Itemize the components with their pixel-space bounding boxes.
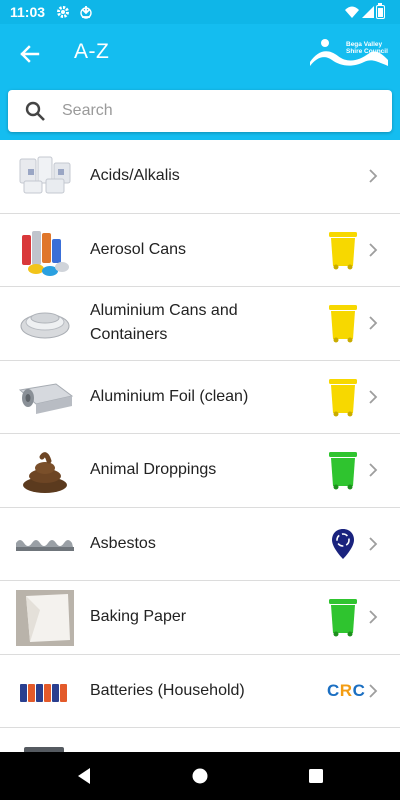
back-triangle-icon[interactable] (74, 766, 94, 786)
list-item-baking-paper[interactable]: Baking Paper (0, 581, 400, 655)
chevron-right-icon (369, 537, 378, 551)
list-item-label: Aluminium Cans and Containers (90, 302, 238, 344)
crc-letter-r: R (339, 680, 353, 700)
recycle-location-pin-icon (332, 528, 354, 559)
aluminium-trays-thumbnail (20, 312, 70, 339)
list-item-label: Aerosol Cans (90, 240, 187, 258)
list-item-batteries[interactable]: Batteries (Household) CRC (0, 655, 400, 728)
crc-badge: CRC (327, 681, 365, 701)
signal-icon (362, 6, 374, 18)
page-title: A-Z (74, 40, 110, 63)
partial-item-thumbnail (24, 747, 64, 752)
yellow-bin-icon (329, 378, 357, 417)
baking-paper-thumbnail (16, 590, 74, 646)
chevron-right-icon (369, 684, 378, 698)
list-item-label: Animal Droppings (90, 461, 217, 479)
search-box[interactable] (8, 90, 392, 132)
download-icon (80, 6, 92, 19)
green-bin-icon (329, 452, 357, 490)
recents-square-icon[interactable] (306, 766, 326, 786)
list-item-label: Batteries (Household) (90, 681, 245, 699)
arrow-left-icon[interactable] (12, 36, 48, 72)
status-time: 11:03 (10, 4, 46, 20)
wifi-icon (345, 6, 359, 18)
yellow-bin-icon (329, 305, 357, 343)
chevron-right-icon (369, 316, 378, 330)
list-item-aerosol-cans[interactable]: Aerosol Cans (0, 214, 400, 287)
list-item-label: Acids/Alkalis (90, 167, 180, 185)
list-item-label: Baking Paper (90, 608, 187, 626)
chevron-right-icon (369, 610, 378, 624)
green-bin-icon (329, 599, 357, 637)
list-item-asbestos[interactable]: Asbestos (0, 508, 400, 581)
chemical-drums-thumbnail (19, 156, 71, 194)
search-icon (25, 101, 45, 121)
chevron-right-icon (369, 390, 378, 404)
a-z-list: Acids/Alkalis Aerosol Cans Aluminium Can… (0, 140, 400, 752)
battery-icon (376, 3, 385, 19)
crc-letter-c1: C (327, 680, 340, 700)
crc-letter-c2: C (352, 680, 366, 700)
list-item-partial[interactable] (0, 728, 400, 752)
list-item-label: Aluminium Foil (clean) (90, 387, 249, 405)
list-item-aluminium-cans[interactable]: Aluminium Cans and Containers (0, 287, 400, 361)
asbestos-sheets-thumbnail (16, 539, 74, 551)
list-item-aluminium-foil[interactable]: Aluminium Foil (clean) (0, 361, 400, 434)
logo-text: Bega Valley Shire Council (346, 41, 388, 55)
chevron-right-icon (369, 243, 378, 257)
home-circle-icon[interactable] (190, 766, 210, 786)
droppings-thumbnail (23, 452, 67, 493)
status-bar: 11:03 (0, 0, 400, 24)
foil-roll-thumbnail (18, 382, 74, 414)
list-item-acids-alkalis[interactable]: Acids/Alkalis (0, 140, 400, 214)
gear-icon (57, 6, 69, 18)
batteries-thumbnail (20, 683, 67, 702)
list-item-animal-droppings[interactable]: Animal Droppings (0, 434, 400, 508)
list-item-label: Asbestos (90, 534, 156, 552)
aerosol-cans-thumbnail (22, 230, 69, 276)
yellow-bin-icon (329, 231, 357, 270)
chevron-right-icon (369, 169, 378, 183)
system-nav-bar (0, 752, 400, 800)
app-bar: A-Z Bega Valley Shire Council (0, 24, 400, 84)
search-bar-container (0, 84, 400, 140)
chevron-right-icon (369, 463, 378, 477)
search-input[interactable] (62, 98, 382, 124)
